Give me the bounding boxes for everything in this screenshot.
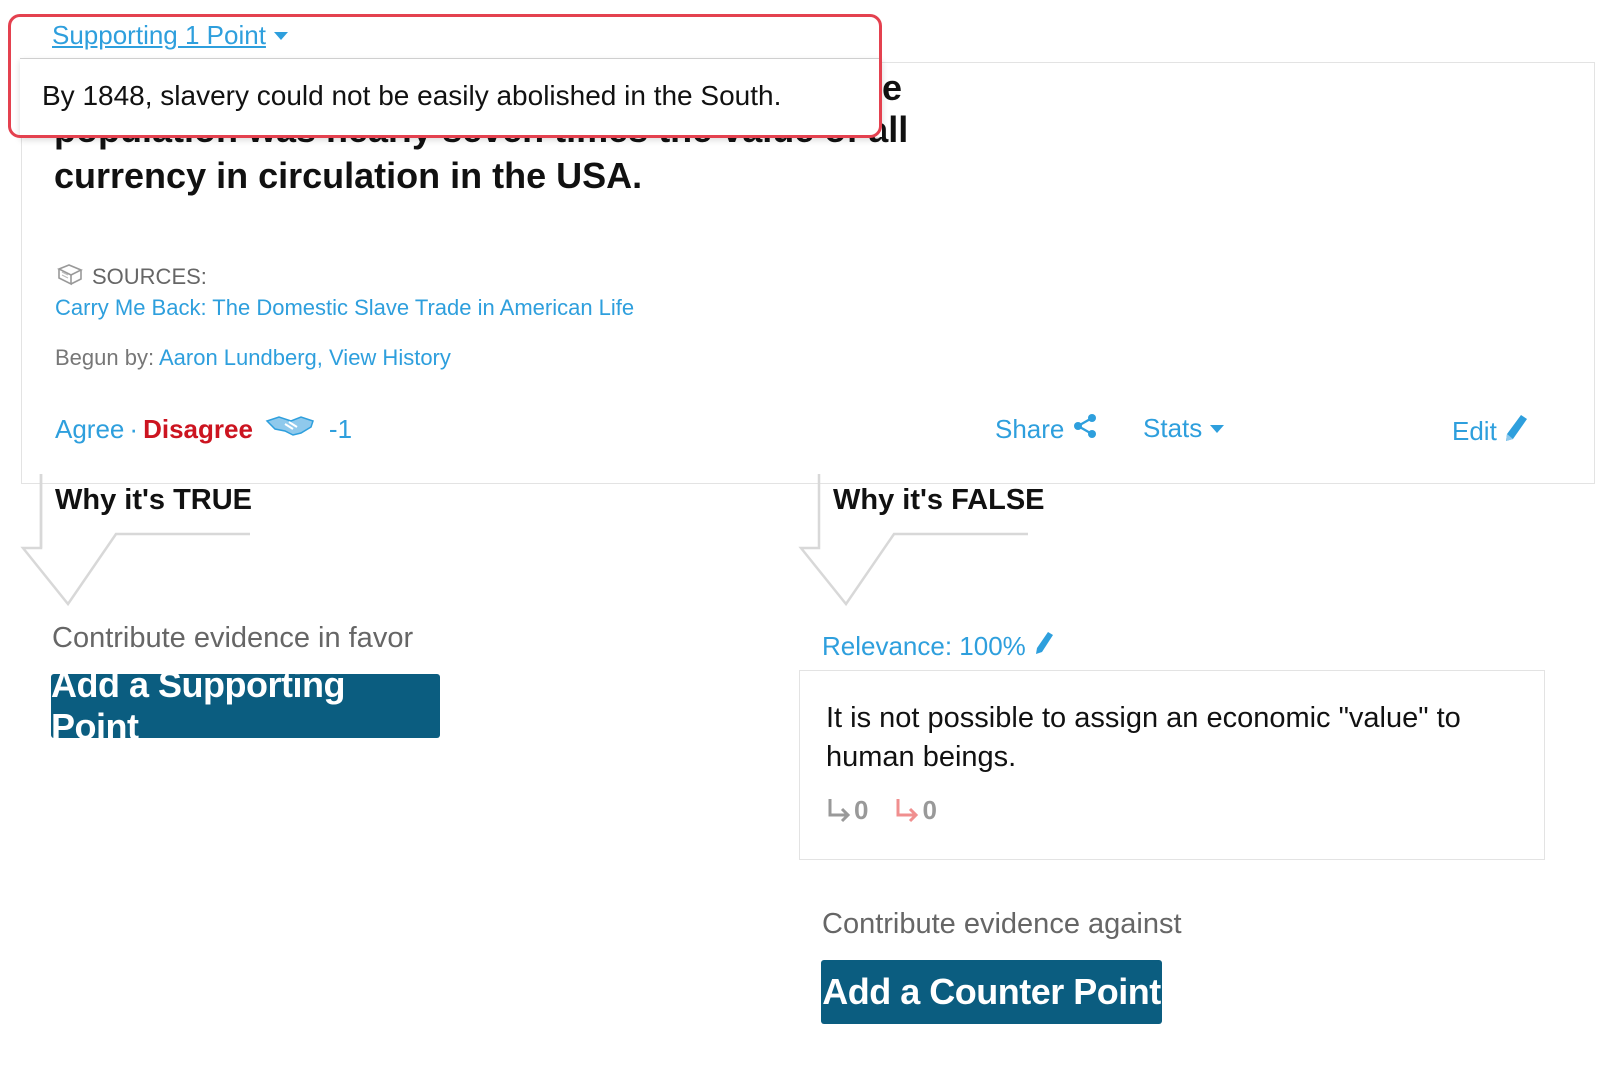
share-label: Share [995,414,1065,444]
claim-title-fragment: e [882,67,903,108]
sources-header: SOURCES: [56,261,207,293]
book-icon [56,261,84,293]
edit-button[interactable]: Edit [1452,413,1529,450]
author-link[interactable]: Aaron Lundberg [159,345,317,370]
sources-label: SOURCES: [92,264,207,289]
pencil-icon [1503,413,1529,450]
why-true-heading: Why it's TRUE [55,484,253,516]
disagree-button[interactable]: Disagree [143,414,253,445]
contribute-favor-label: Contribute evidence in favor [52,622,414,654]
supporting-points-label: Supporting 1 Point [52,20,266,50]
vote-actions: Agree · Disagree -1 [55,413,352,446]
vote-score: -1 [328,414,353,444]
stats-dropdown[interactable]: Stats [1143,413,1225,444]
separator-dot: · [129,414,139,444]
sub-point-counts: 0 0 [826,795,937,826]
source-link[interactable]: Carry Me Back: The Domestic Slave Trade … [55,295,634,321]
reply-arrow-icon [896,798,919,822]
counter-point-text[interactable]: It is not possible to assign an economic… [826,699,1526,777]
share-icon [1072,413,1098,446]
add-counter-point-button[interactable]: Add a Counter Point [821,960,1162,1024]
begun-label: Begun by: [55,345,155,370]
edit-label: Edit [1452,416,1497,446]
begun-by: Begun by: Aaron Lundberg, View History [55,345,451,371]
comma: , [316,345,323,370]
contribute-against-label: Contribute evidence against [822,908,1182,940]
stats-label: Stats [1143,413,1203,443]
supporting-points-dropdown[interactable]: Supporting 1 Point [52,20,288,51]
supporting-count[interactable]: 0 [826,795,868,826]
supporting-count-value: 0 [854,795,869,825]
relevance-label: Relevance: 100% [822,631,1026,661]
counter-count[interactable]: 0 [894,795,937,826]
agree-button[interactable]: Agree [55,414,124,445]
view-history-link[interactable]: View History [329,345,451,370]
handshake-icon [265,413,315,446]
chevron-down-icon [273,31,288,40]
counter-point-card[interactable]: It is not possible to assign an economic… [799,670,1545,860]
counter-count-value: 0 [922,795,937,825]
add-supporting-point-button[interactable]: Add a Supporting Point [51,664,440,747]
pencil-icon [1034,630,1054,663]
why-false-heading: Why it's FALSE [833,484,1045,516]
reply-arrow-icon [828,798,851,822]
relevance-edit[interactable]: Relevance: 100% [822,630,1054,663]
share-button[interactable]: Share [995,413,1098,446]
chevron-down-icon [1210,424,1225,433]
supporting-point-text[interactable]: By 1848, slavery could not be easily abo… [42,80,781,112]
